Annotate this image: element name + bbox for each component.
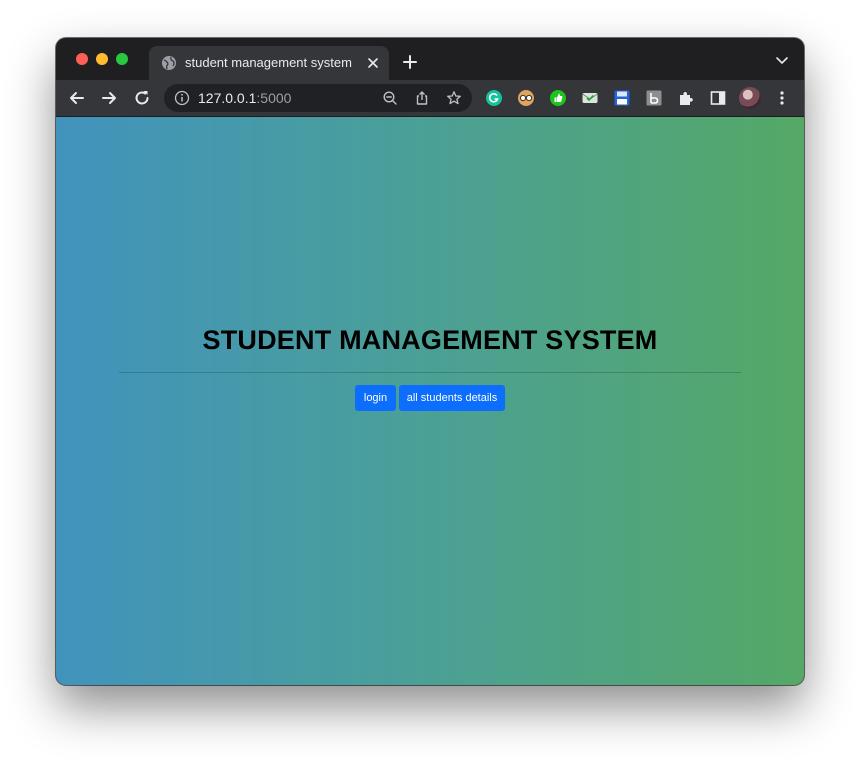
page-content: STUDENT MANAGEMENT SYSTEM login all stud… <box>56 117 804 685</box>
horizontal-divider <box>119 372 741 373</box>
grammarly-icon[interactable] <box>485 89 503 107</box>
star-icon[interactable] <box>446 90 462 106</box>
window-maximize-button[interactable] <box>116 53 128 65</box>
thumbs-up-icon[interactable] <box>549 89 567 107</box>
kebab-menu-icon[interactable] <box>773 89 791 107</box>
url-text: 127.0.0.1:5000 <box>198 90 291 106</box>
window-minimize-button[interactable] <box>96 53 108 65</box>
side-panel-icon[interactable] <box>709 89 727 107</box>
puzzle-icon[interactable] <box>677 89 695 107</box>
page-title: STUDENT MANAGEMENT SYSTEM <box>202 325 658 355</box>
tab-title: student management system <box>185 55 352 70</box>
url-port: :5000 <box>256 90 292 106</box>
reload-icon[interactable] <box>132 88 152 108</box>
bracket-icon[interactable] <box>645 89 663 107</box>
tab-student-management-system[interactable]: student management system <box>149 46 389 80</box>
share-icon[interactable] <box>414 90 430 106</box>
chevron-down-icon[interactable] <box>774 55 790 67</box>
plus-icon[interactable] <box>402 54 418 70</box>
all-students-details-button[interactable]: all students details <box>399 385 505 411</box>
arrow-right-icon[interactable] <box>99 88 119 108</box>
info-icon[interactable] <box>174 90 190 106</box>
zoom-out-icon[interactable] <box>382 90 398 106</box>
browser-window: student management system 127.0.0.1:5000… <box>56 38 804 685</box>
browser-toolbar: 127.0.0.1:5000 <box>56 80 804 117</box>
login-button[interactable]: login <box>355 385 396 411</box>
profile-avatar[interactable] <box>739 87 761 109</box>
url-host: 127.0.0.1 <box>198 90 257 106</box>
address-bar[interactable]: 127.0.0.1:5000 <box>164 84 472 112</box>
mail-check-icon[interactable] <box>581 89 599 107</box>
floppy-disk-icon[interactable] <box>613 89 631 107</box>
tab-strip: student management system <box>56 38 804 80</box>
glasses-icon[interactable] <box>517 89 535 107</box>
close-icon[interactable] <box>365 55 381 71</box>
arrow-left-icon[interactable] <box>67 88 87 108</box>
window-close-button[interactable] <box>76 53 88 65</box>
globe-icon <box>162 56 176 70</box>
